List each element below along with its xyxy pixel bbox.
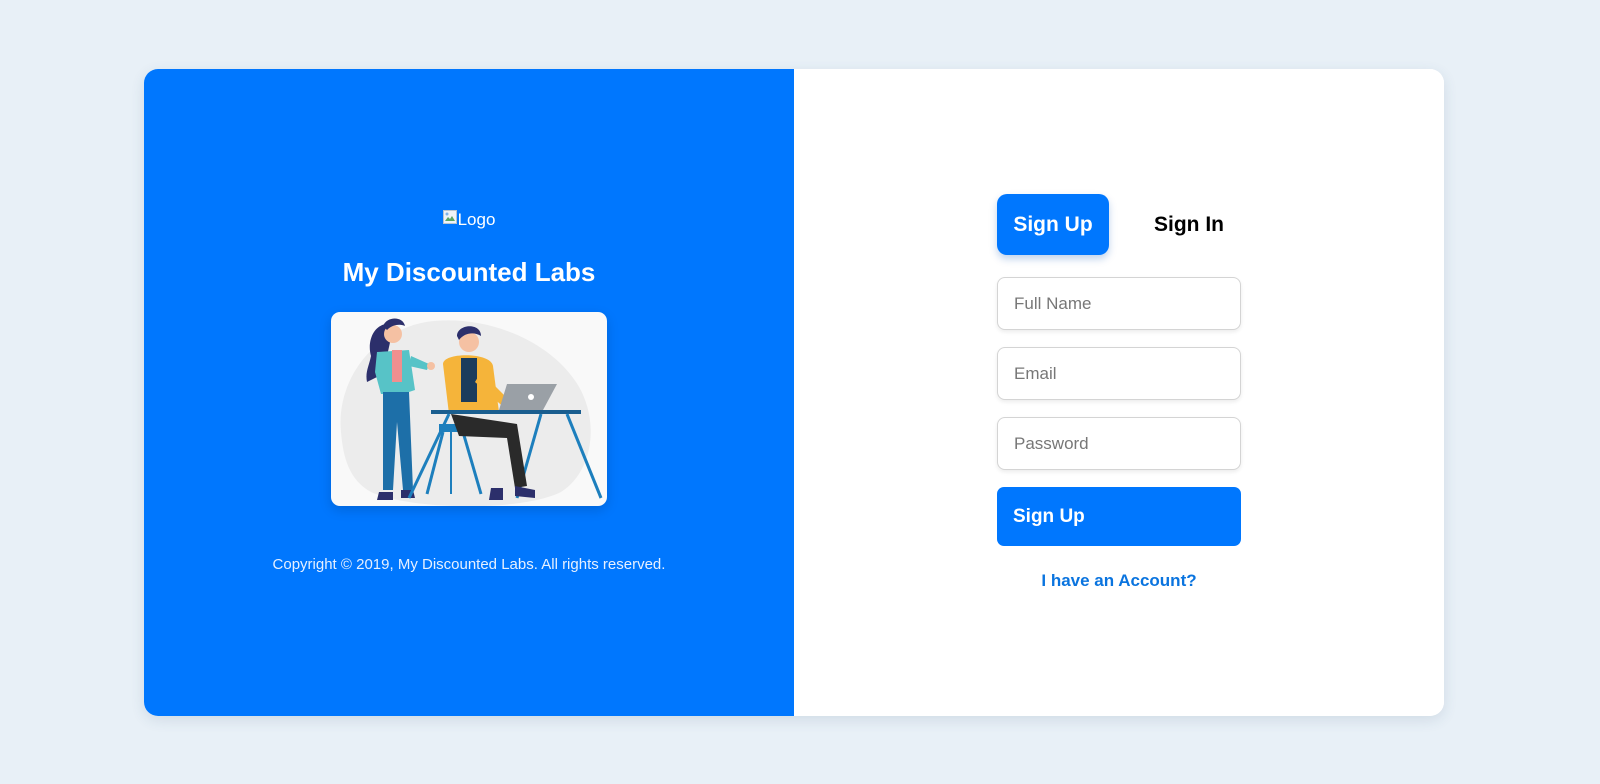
tab-sign-up[interactable]: Sign Up: [997, 194, 1109, 255]
people-working-at-laptop-illustration: [331, 312, 607, 506]
logo-alt-text: Logo: [457, 210, 496, 229]
full-name-input[interactable]: [997, 277, 1241, 330]
sign-up-button[interactable]: Sign Up: [997, 487, 1241, 546]
brand-panel: Logo My Discounted Labs Copyright © 2019…: [144, 69, 794, 716]
brand-title: My Discounted Labs: [342, 257, 596, 287]
form-panel: Sign Up Sign In Sign Up I have an Accoun…: [794, 69, 1444, 716]
have-account-link[interactable]: I have an Account?: [997, 571, 1241, 591]
auth-card: Logo My Discounted Labs Copyright © 2019…: [144, 69, 1444, 716]
email-input[interactable]: [997, 347, 1241, 400]
tab-sign-in[interactable]: Sign In: [1125, 194, 1253, 255]
illustration-svg: [340, 318, 603, 506]
logo: Logo: [144, 210, 794, 232]
copyright-text: Copyright © 2019, My Discounted Labs. Al…: [272, 556, 666, 573]
password-input[interactable]: [997, 417, 1241, 470]
broken-image-icon: [442, 210, 457, 224]
